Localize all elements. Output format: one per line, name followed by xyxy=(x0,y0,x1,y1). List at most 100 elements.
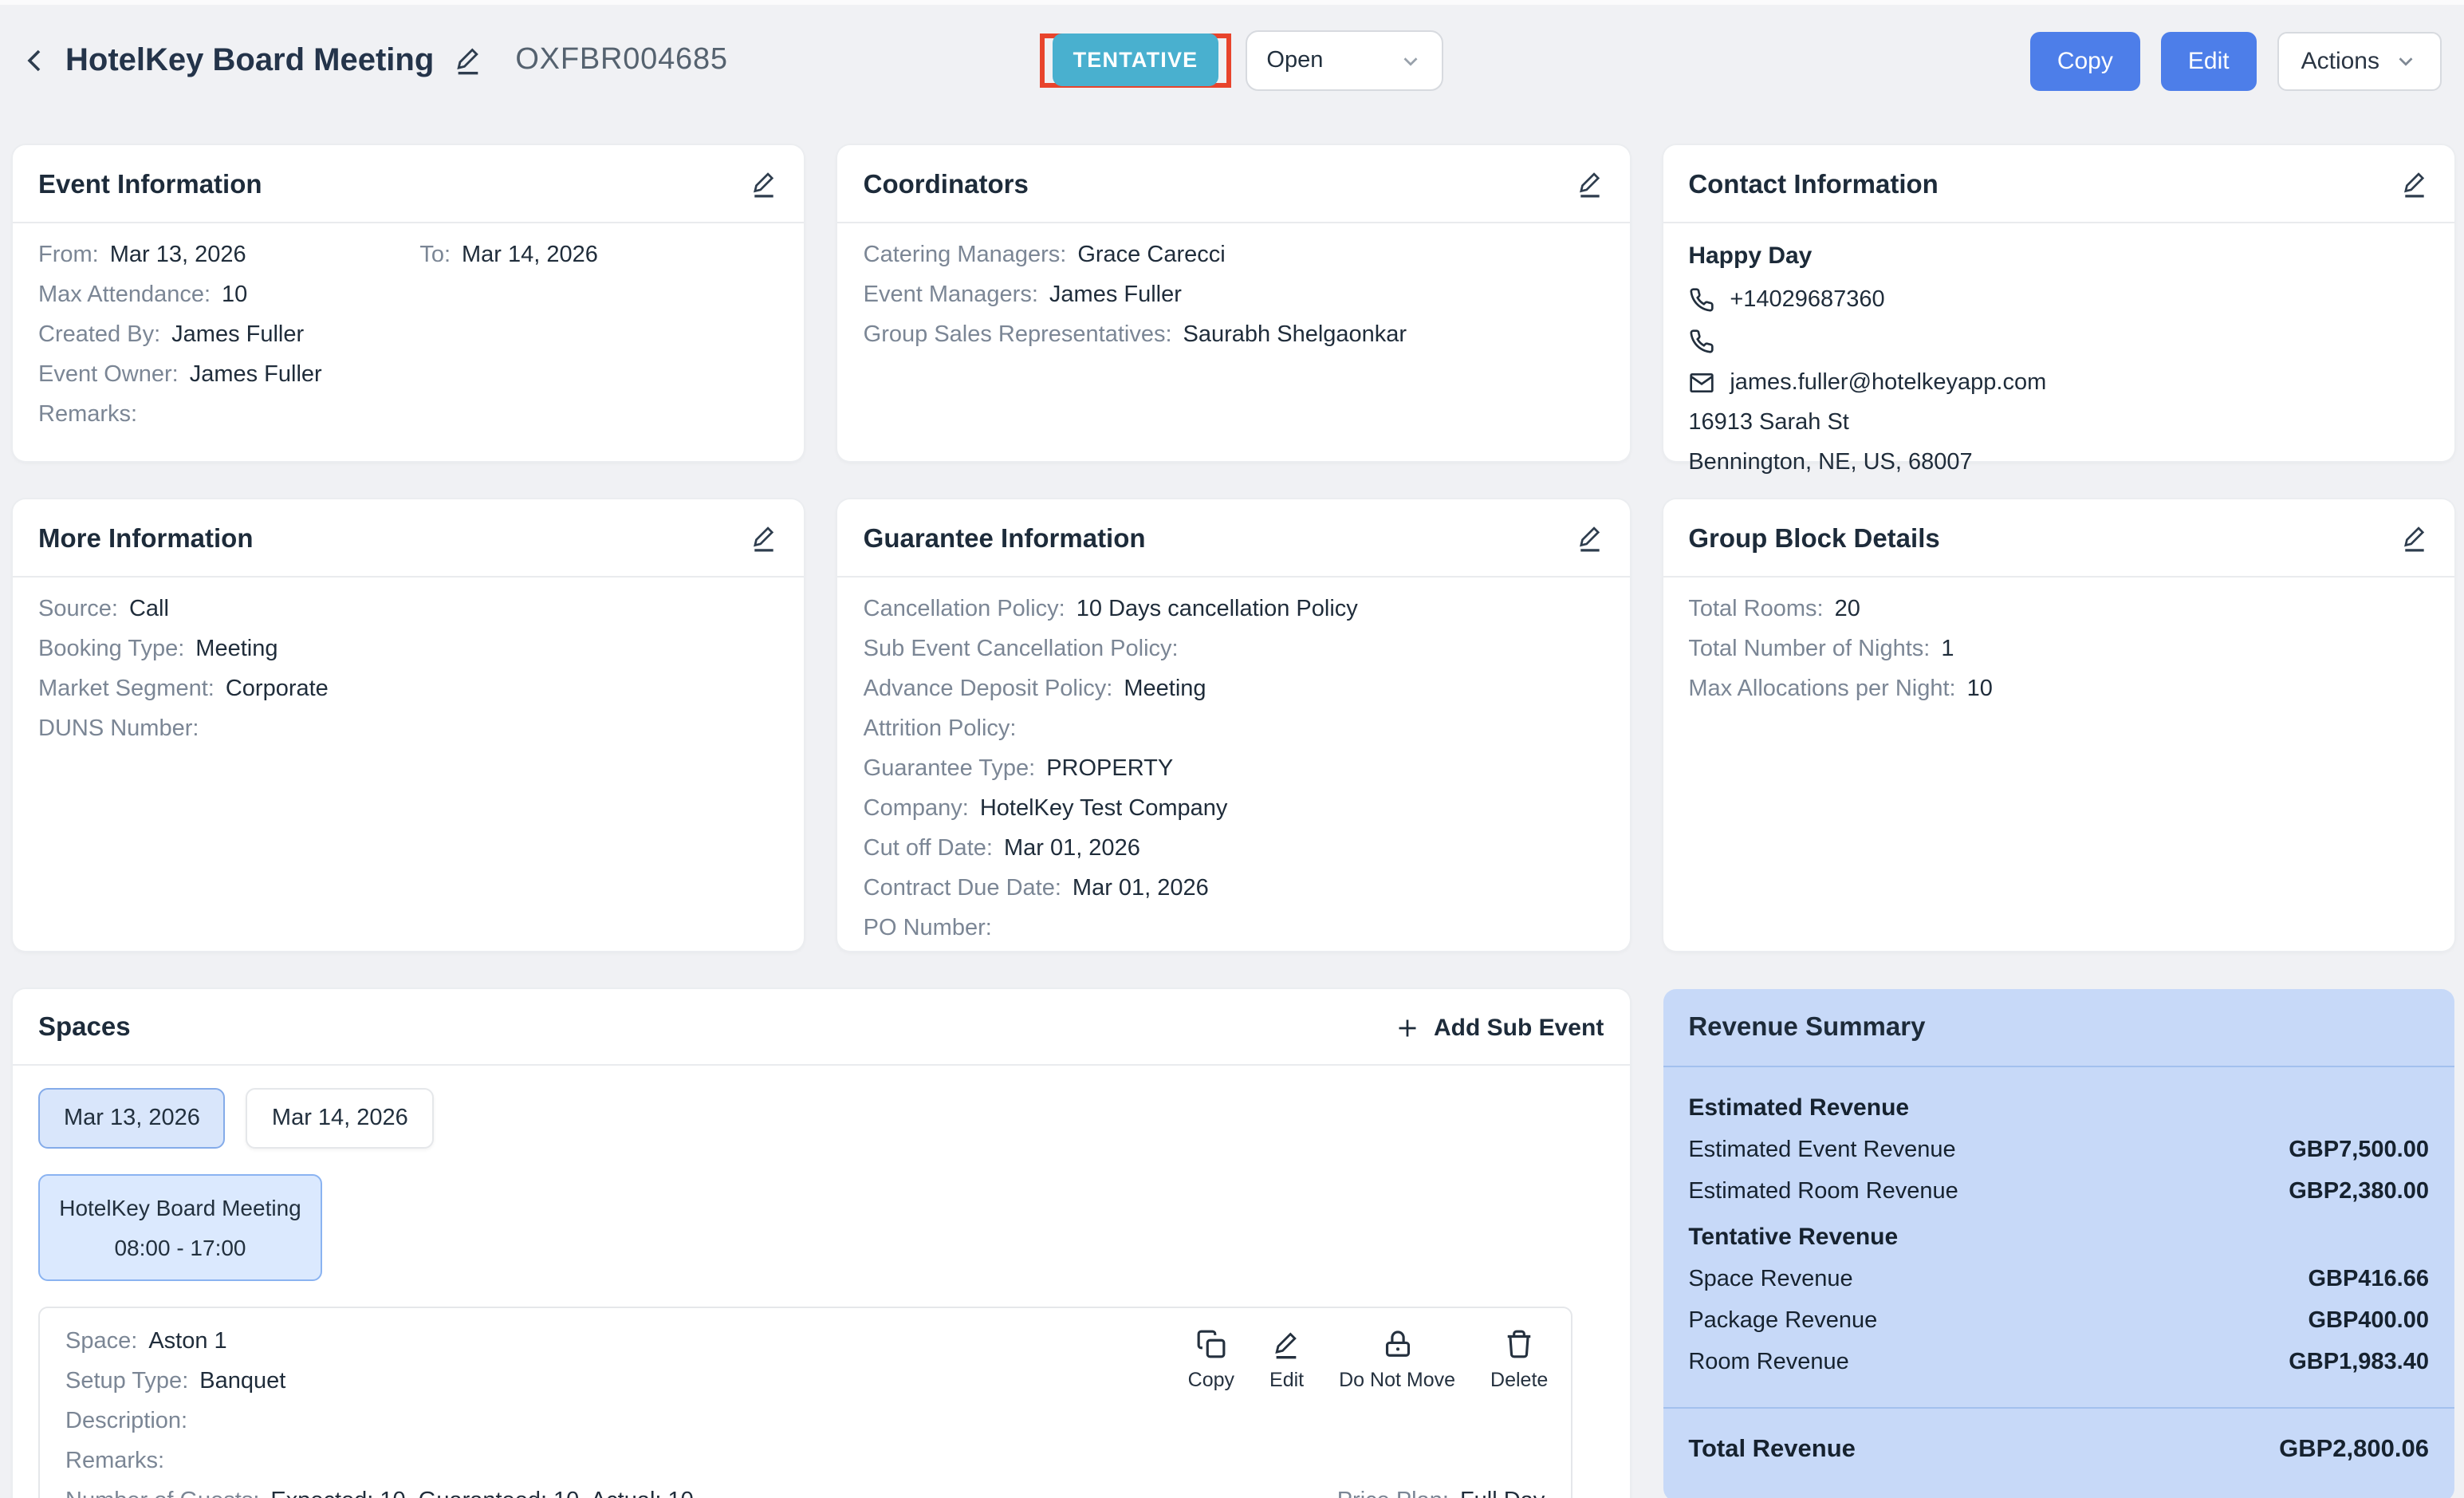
field-row: Source:Call xyxy=(38,597,779,624)
estimated-revenue-heading: Estimated Revenue xyxy=(1688,1094,2429,1122)
contact-address-line1: 16913 Sarah St xyxy=(1688,410,2429,436)
copy-icon xyxy=(1196,1329,1226,1359)
delete-space-button[interactable]: Delete xyxy=(1490,1329,1548,1391)
contact-email-row: james.fuller@hotelkeyapp.com xyxy=(1688,369,2429,396)
field-row: Attrition Policy: xyxy=(864,716,1604,743)
sub-event-time: 08:00 - 17:00 xyxy=(56,1235,305,1260)
edit-card-icon[interactable] xyxy=(750,169,779,201)
contact-phone-row: +14029687360 xyxy=(1688,286,2429,313)
field-row: Remarks: xyxy=(65,1449,1545,1476)
revenue-row: Package RevenueGBP400.00 xyxy=(1688,1308,2429,1334)
field-row: Group Sales Representatives:Saurabh Shel… xyxy=(864,322,1604,349)
card-title: Group Block Details xyxy=(1688,524,1939,554)
field-row: Advance Deposit Policy:Meeting xyxy=(864,676,1604,704)
lock-icon xyxy=(1382,1329,1412,1359)
chevron-down-icon xyxy=(2394,49,2418,73)
status-dropdown[interactable]: Open xyxy=(1246,30,1443,91)
field-row: From:Mar 13, 2026 To:Mar 14, 2026 xyxy=(38,242,779,270)
edit-card-icon[interactable] xyxy=(2400,169,2429,201)
back-icon[interactable] xyxy=(19,45,51,77)
group-block-details-card: Group Block Details Total Rooms:20 Total… xyxy=(1663,499,2454,951)
edit-card-icon[interactable] xyxy=(750,523,779,555)
add-sub-event-label: Add Sub Event xyxy=(1434,1015,1604,1042)
field-row: Booking Type:Meeting xyxy=(38,637,779,664)
field-row: Remarks: xyxy=(38,402,779,429)
date-tab-mar-13[interactable]: Mar 13, 2026 xyxy=(38,1088,226,1149)
field-row: Max Attendance:10 xyxy=(38,282,779,309)
field-row: Max Allocations per Night:10 xyxy=(1688,676,2429,704)
date-tabs: Mar 13, 2026 Mar 14, 2026 xyxy=(38,1088,1604,1149)
revenue-row: Estimated Event RevenueGBP7,500.00 xyxy=(1688,1137,2429,1163)
pencil-icon xyxy=(1272,1329,1302,1359)
edit-space-button[interactable]: Edit xyxy=(1269,1329,1304,1391)
phone-icon xyxy=(1688,328,1714,353)
card-title: Contact Information xyxy=(1688,170,1939,200)
actions-button[interactable]: Actions xyxy=(2277,31,2442,90)
copy-space-button[interactable]: Copy xyxy=(1188,1329,1234,1391)
field-row: Total Number of Nights:1 xyxy=(1688,637,2429,664)
total-revenue-row: Total Revenue GBP2,800.06 xyxy=(1663,1407,2454,1492)
field-row: Event Owner:James Fuller xyxy=(38,362,779,389)
field-row: Market Segment:Corporate xyxy=(38,676,779,704)
field-row: DUNS Number: xyxy=(38,716,779,743)
coordinators-card: Coordinators Catering Managers:Grace Car… xyxy=(838,145,1630,461)
edit-title-icon[interactable] xyxy=(453,44,483,77)
field-row: Catering Managers:Grace Carecci xyxy=(864,242,1604,270)
field-row: Created By:James Fuller xyxy=(38,322,779,349)
revenue-summary-panel: Revenue Summary Estimated Revenue Estima… xyxy=(1663,989,2454,1498)
total-revenue-value: GBP2,800.06 xyxy=(2279,1436,2429,1464)
event-detail-page: HotelKey Board Meeting OXFBR004685 TENTA… xyxy=(0,0,2464,1498)
field-row: Company:HotelKey Test Company xyxy=(864,796,1604,823)
field-row: Cut off Date:Mar 01, 2026 xyxy=(864,836,1604,863)
tentative-revenue-heading: Tentative Revenue xyxy=(1688,1224,2429,1251)
price-plan-value: Full Day xyxy=(1460,1488,1545,1498)
spaces-title: Spaces xyxy=(38,1013,131,1043)
edit-button[interactable]: Edit xyxy=(2161,31,2257,90)
field-row: Contract Due Date:Mar 01, 2026 xyxy=(864,876,1604,903)
status-dropdown-value: Open xyxy=(1266,48,1323,73)
top-bar-right: Copy Edit Actions xyxy=(1443,31,2442,90)
field-row: Guarantee Type:PROPERTY xyxy=(864,756,1604,783)
top-bar: HotelKey Board Meeting OXFBR004685 TENTA… xyxy=(0,5,2464,116)
field-row: Event Managers:James Fuller xyxy=(864,282,1604,309)
sub-event-name: HotelKey Board Meeting xyxy=(56,1195,305,1220)
revenue-row: Estimated Room RevenueGBP2,380.00 xyxy=(1688,1179,2429,1204)
space-card: Copy Edit Do Not Move xyxy=(38,1307,1572,1498)
phone-icon xyxy=(1688,286,1714,312)
sub-event-chip[interactable]: HotelKey Board Meeting 08:00 - 17:00 xyxy=(38,1174,322,1281)
date-tab-mar-14[interactable]: Mar 14, 2026 xyxy=(246,1088,434,1149)
edit-card-icon[interactable] xyxy=(1575,523,1604,555)
field-row: PO Number: xyxy=(864,916,1604,943)
total-revenue-label: Total Revenue xyxy=(1688,1436,1856,1464)
edit-card-icon[interactable] xyxy=(1575,169,1604,201)
space-card-actions: Copy Edit Do Not Move xyxy=(1188,1329,1549,1391)
do-not-move-button[interactable]: Do Not Move xyxy=(1339,1329,1455,1391)
trash-icon xyxy=(1504,1329,1534,1359)
revenue-summary-title: Revenue Summary xyxy=(1688,1013,1925,1043)
chevron-down-icon xyxy=(1399,49,1423,73)
contact-email: james.fuller@hotelkeyapp.com xyxy=(1730,369,2046,395)
mail-icon xyxy=(1688,369,1714,395)
event-information-card: Event Information From:Mar 13, 2026 To:M… xyxy=(13,145,805,461)
card-title: Coordinators xyxy=(864,170,1029,200)
revenue-row: Room RevenueGBP1,983.40 xyxy=(1688,1350,2429,1375)
spaces-panel: Spaces Add Sub Event Mar 13, 2026 Mar 14… xyxy=(13,989,1629,1498)
edit-card-icon[interactable] xyxy=(2400,523,2429,555)
card-title: Guarantee Information xyxy=(864,524,1146,554)
contact-phone: +14029687360 xyxy=(1730,286,1884,312)
actions-button-label: Actions xyxy=(2301,47,2379,74)
contact-address-line2: Bennington, NE, US, 68007 xyxy=(1688,450,2429,475)
plus-icon xyxy=(1395,1016,1419,1040)
card-title: More Information xyxy=(38,524,254,554)
copy-button[interactable]: Copy xyxy=(2030,31,2140,90)
contact-information-card: Contact Information Happy Day +140296873… xyxy=(1663,145,2454,461)
field-row: Cancellation Policy:10 Days cancellation… xyxy=(864,597,1604,624)
page-title: HotelKey Board Meeting xyxy=(65,42,434,79)
main-grid: Event Information From:Mar 13, 2026 To:M… xyxy=(0,116,2464,1498)
more-information-card: More Information Source:Call Booking Typ… xyxy=(13,499,805,951)
price-plan-label: Price Plan: xyxy=(1337,1488,1449,1498)
top-bar-left: HotelKey Board Meeting OXFBR004685 xyxy=(19,42,1017,79)
add-sub-event-button[interactable]: Add Sub Event xyxy=(1395,1015,1604,1042)
guarantee-information-card: Guarantee Information Cancellation Polic… xyxy=(838,499,1630,951)
revenue-row: Space RevenueGBP416.66 xyxy=(1688,1267,2429,1292)
